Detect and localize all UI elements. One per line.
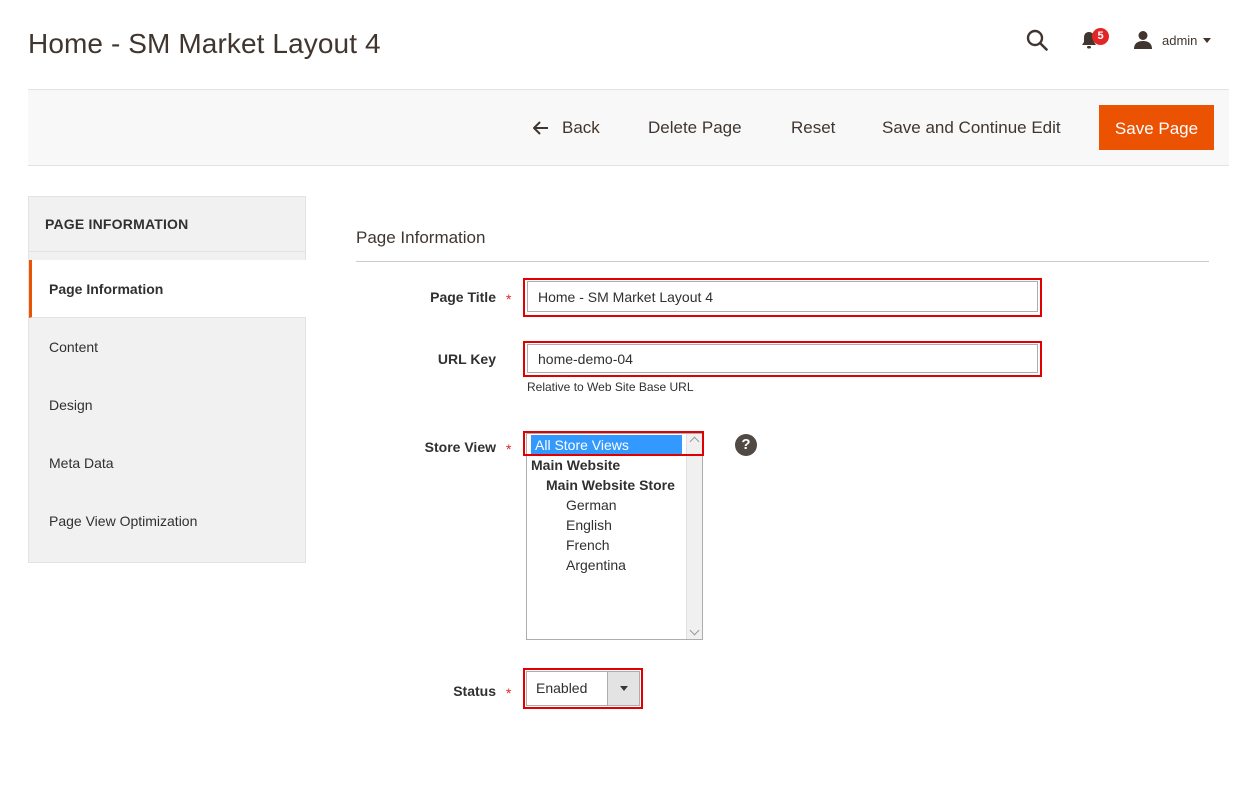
page-actions-toolbar: Back Delete Page Reset Save and Continue… xyxy=(28,89,1229,166)
store-view-highlight xyxy=(523,431,704,456)
sidebar-title: PAGE INFORMATION xyxy=(29,197,305,252)
page-title-label: Page Title xyxy=(430,289,496,305)
back-button-label: Back xyxy=(562,118,600,137)
store-view-scrollbar[interactable] xyxy=(686,434,702,639)
reset-button[interactable]: Reset xyxy=(791,90,835,165)
required-indicator: * xyxy=(506,441,512,457)
url-key-note: Relative to Web Site Base URL xyxy=(527,380,694,394)
page-title-input[interactable]: Home - SM Market Layout 4 xyxy=(527,281,1038,312)
arrow-left-icon xyxy=(533,120,548,135)
store-view-multiselect[interactable]: All Store Views Main Website Main Websit… xyxy=(526,433,703,640)
store-view-option-argentina[interactable]: Argentina xyxy=(566,555,626,575)
store-view-label: Store View xyxy=(424,439,496,455)
sidebar-item-page-view-optimization[interactable]: Page View Optimization xyxy=(29,492,306,550)
status-highlight xyxy=(523,668,643,709)
store-view-group-main-website-store: Main Website Store xyxy=(546,477,675,493)
search-icon[interactable] xyxy=(1026,29,1048,51)
sidebar-item-meta-data[interactable]: Meta Data xyxy=(29,434,306,492)
delete-page-button[interactable]: Delete Page xyxy=(648,90,742,165)
admin-user-menu[interactable]: admin xyxy=(1133,29,1212,51)
sidebar-item-content[interactable]: Content xyxy=(29,318,306,376)
required-indicator: * xyxy=(506,291,512,307)
sidebar-item-design[interactable]: Design xyxy=(29,376,306,434)
back-button[interactable]: Back xyxy=(533,90,600,165)
section-divider xyxy=(356,261,1209,262)
status-label: Status xyxy=(453,683,496,699)
admin-user-name: admin xyxy=(1162,32,1198,48)
section-title: Page Information xyxy=(356,228,486,247)
page-title: Home - SM Market Layout 4 xyxy=(28,28,381,59)
help-icon[interactable]: ? xyxy=(735,434,757,456)
url-key-input[interactable]: home-demo-04 xyxy=(527,344,1038,373)
sidebar-item-page-information[interactable]: Page Information xyxy=(29,260,306,318)
save-and-continue-button[interactable]: Save and Continue Edit xyxy=(882,90,1061,165)
save-page-button[interactable]: Save Page xyxy=(1099,105,1214,150)
chevron-down-icon[interactable] xyxy=(689,625,700,636)
url-key-label: URL Key xyxy=(437,351,496,367)
user-icon xyxy=(1134,31,1152,49)
required-indicator: * xyxy=(506,685,512,701)
store-view-option-french[interactable]: French xyxy=(566,535,610,555)
sidebar: PAGE INFORMATION Page Information Conten… xyxy=(28,196,306,563)
notification-count-badge[interactable]: 5 xyxy=(1092,28,1109,45)
store-view-group-main-website: Main Website xyxy=(531,457,621,473)
store-view-option-english[interactable]: English xyxy=(566,515,612,535)
chevron-down-icon xyxy=(1203,37,1212,43)
store-view-option-german[interactable]: German xyxy=(566,495,617,515)
